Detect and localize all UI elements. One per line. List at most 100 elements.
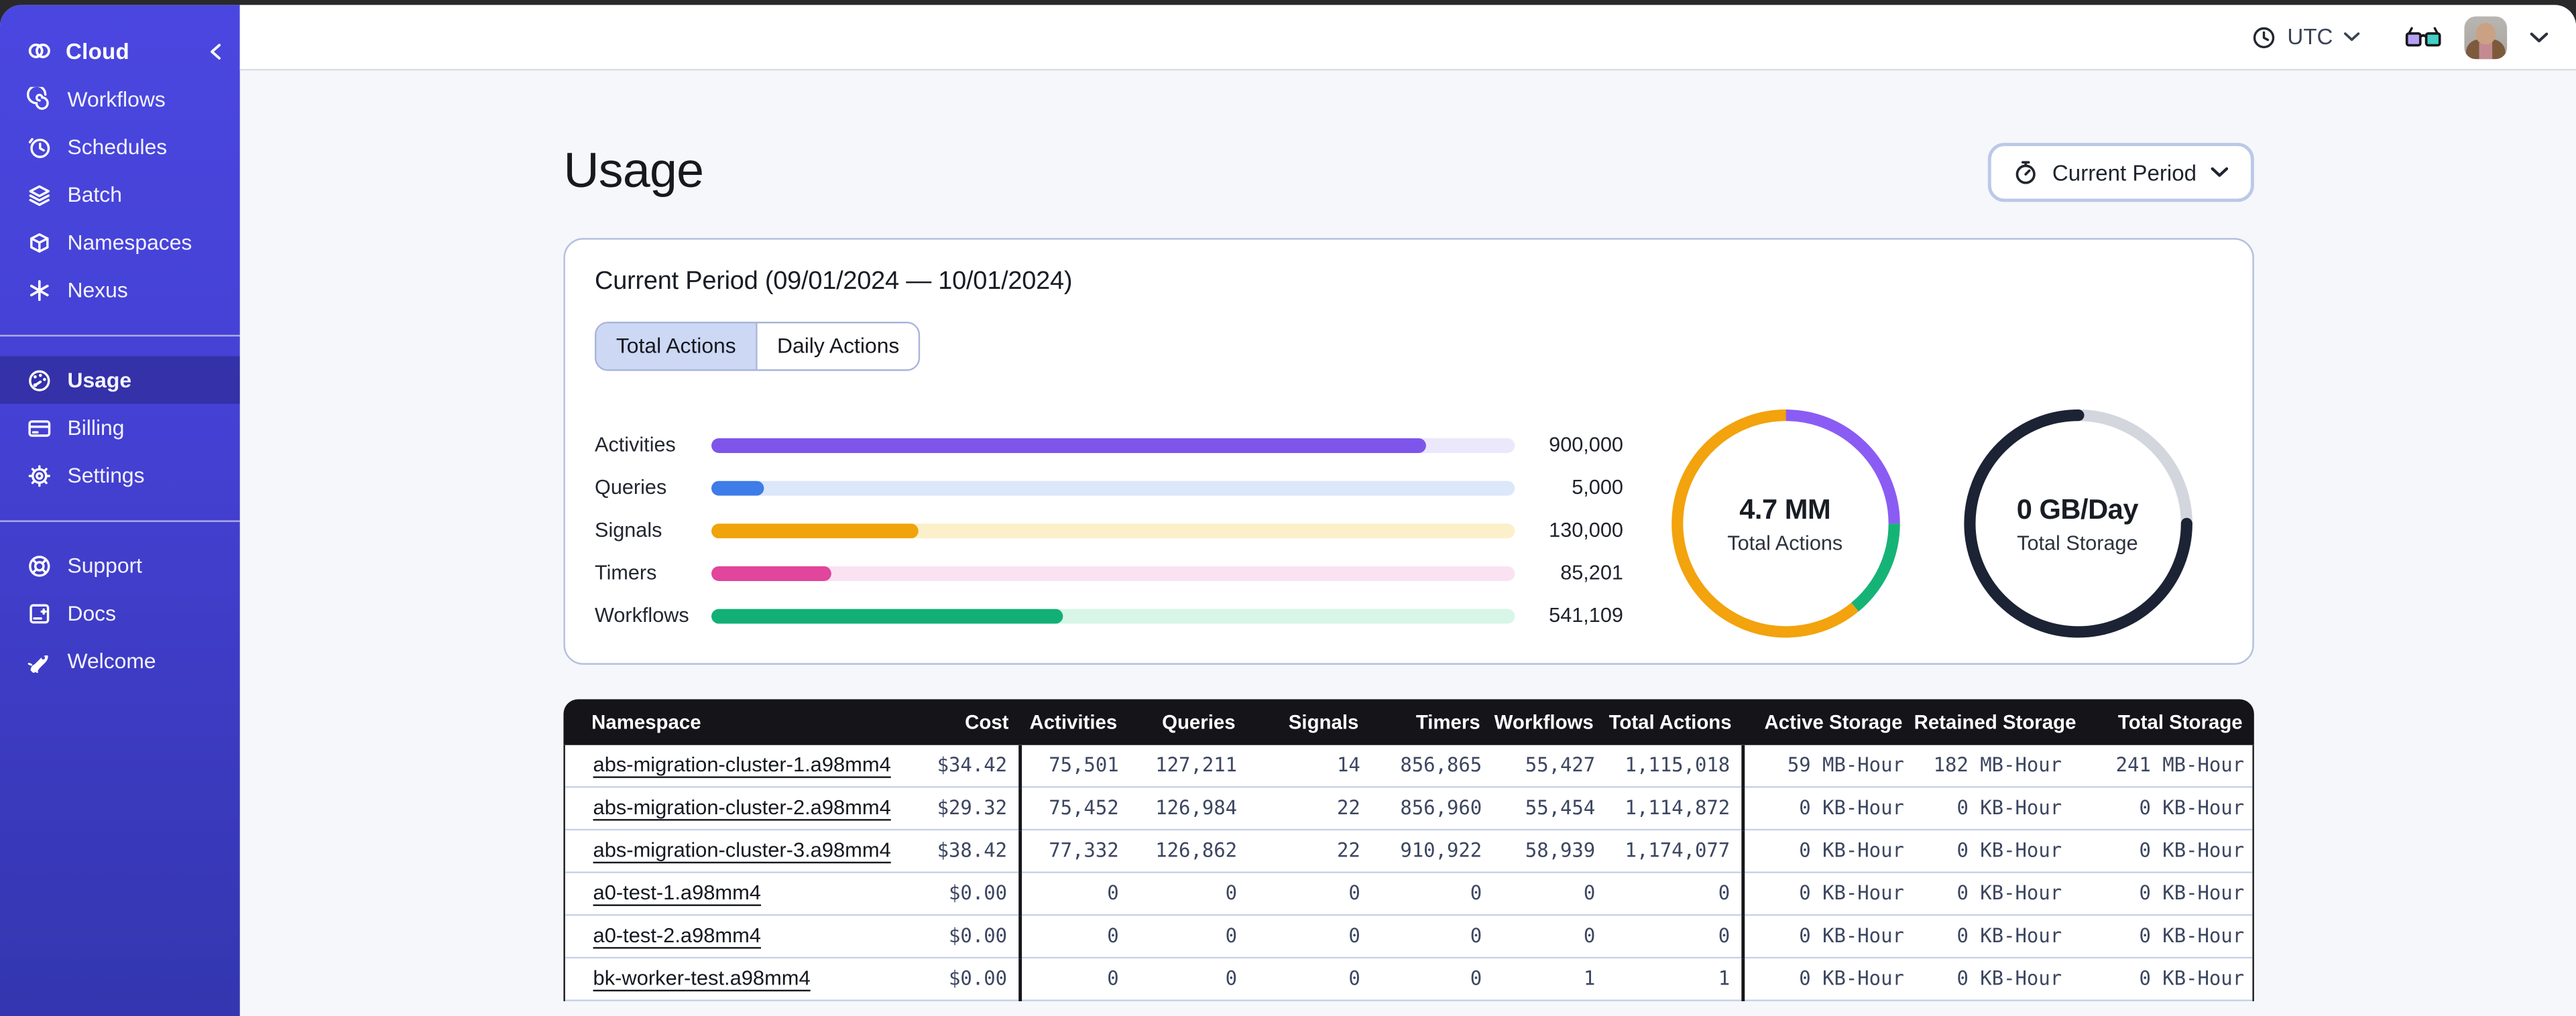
namespace-cell: abs-migration-cluster-1.a98mm4 — [565, 745, 922, 788]
sidebar-item-schedules[interactable]: Schedules — [0, 123, 240, 171]
bar-fill — [711, 523, 919, 538]
sidebar-item-workflows[interactable]: Workflows — [0, 76, 240, 123]
tab-daily-actions[interactable]: Daily Actions — [756, 323, 919, 370]
total-actions-donut: 4.7 MM Total Actions — [1665, 403, 1905, 643]
column-header-queries: Queries — [1162, 710, 1236, 734]
workflows-cell: 0 — [1583, 924, 1596, 948]
active-storage-cell: 0 KB-Hour — [1799, 881, 1904, 905]
bar-label: Queries — [595, 476, 667, 499]
bar-fill — [711, 565, 832, 580]
table-row: abs-migration-cluster-3.a98mm4 $38.42 77… — [565, 830, 2253, 873]
namespace-link[interactable]: a0-test-2.a98mm4 — [593, 924, 761, 947]
bar-track — [711, 523, 1515, 538]
signals-cell: 14 — [1337, 753, 1360, 777]
sidebar-brand[interactable]: Cloud — [0, 26, 240, 75]
signals-cell: 0 — [1348, 966, 1360, 990]
queries-cell: 127,211 — [1155, 753, 1238, 777]
sidebar-item-billing[interactable]: Billing — [0, 403, 240, 451]
sidebar-item-settings[interactable]: Settings — [0, 452, 240, 499]
bar-track — [711, 565, 1515, 580]
sidebar-item-label: Nexus — [67, 277, 128, 302]
sidebar-item-docs[interactable]: Docs — [0, 589, 240, 637]
workflows-cell: 0 — [1583, 881, 1596, 905]
column-header-workflows: Workflows — [1494, 710, 1594, 734]
timezone-selector[interactable]: UTC — [2251, 24, 2361, 50]
total-actions-cell: 1,114,872 — [1606, 787, 1745, 831]
column-header-cost: Cost — [965, 710, 1009, 734]
retained-storage-cell: 0 KB-Hour — [1956, 966, 2062, 990]
activities-cell: 0 — [1107, 966, 1119, 990]
glasses-icon[interactable] — [2404, 24, 2443, 50]
app-window: Cloud Workflows Schedules Batch Namespac… — [0, 5, 2576, 1016]
table-body: abs-migration-cluster-1.a98mm4 $34.42 75… — [563, 745, 2254, 1001]
bar-track — [711, 480, 1515, 495]
total-actions-caption: Total Actions — [1727, 531, 1843, 554]
total-actions-cell: 1 — [1606, 958, 1745, 1001]
namespace-link[interactable]: abs-migration-cluster-3.a98mm4 — [593, 838, 891, 861]
sidebar-item-label: Billing — [67, 415, 125, 440]
table-row: abs-migration-cluster-1.a98mm4 $34.42 75… — [565, 745, 2253, 788]
namespace-link[interactable]: a0-test-1.a98mm4 — [593, 881, 761, 904]
activities-cell: 77,332 — [1049, 838, 1119, 862]
period-select-label: Current Period — [2052, 160, 2197, 185]
total-storage-caption: Total Storage — [2017, 531, 2138, 554]
active-storage-cell: 0 KB-Hour — [1799, 838, 1904, 862]
cost-cell: $0.00 — [922, 915, 1022, 959]
avatar[interactable] — [2464, 15, 2508, 58]
cost-cell: $0.00 — [922, 873, 1022, 916]
total-storage-value: 0 GB/Day — [2016, 493, 2139, 525]
bar-fill — [711, 608, 1063, 623]
bar-row-signals: Signals 130,000 — [595, 509, 1623, 552]
timers-cell: 0 — [1470, 966, 1482, 990]
column-header-total-actions: Total Actions — [1608, 710, 1732, 734]
table-row: bk-worker-test.a98mm4 $0.00 0 0 0 0 1 1 … — [565, 958, 2253, 1001]
cost-cell: $38.42 — [922, 830, 1022, 873]
sidebar-item-label: Batch — [67, 182, 122, 207]
period-select-button[interactable]: Current Period — [1988, 143, 2254, 202]
total-actions-value: 4.7 MM — [1739, 493, 1831, 525]
namespace-cell: a0-test-2.a98mm4 — [565, 916, 922, 959]
usage-gauge-icon — [29, 369, 50, 391]
sidebar-collapse-button[interactable] — [209, 42, 223, 60]
sidebar-item-label: Usage — [67, 367, 132, 393]
namespace-link[interactable]: bk-worker-test.a98mm4 — [593, 967, 811, 990]
sidebar-item-namespaces[interactable]: Namespaces — [0, 218, 240, 266]
activities-cell: 75,452 — [1049, 796, 1119, 820]
avatar-face — [2475, 22, 2496, 44]
sidebar-item-batch[interactable]: Batch — [0, 171, 240, 218]
signals-cell: 0 — [1348, 924, 1360, 948]
column-header-activities: Activities — [1029, 710, 1118, 734]
column-header-namespace: Namespace — [591, 710, 701, 734]
total-actions-cell: 1,174,077 — [1606, 830, 1745, 873]
sidebar-item-label: Workflows — [67, 86, 166, 112]
queries-cell: 0 — [1225, 924, 1238, 948]
chevron-down-icon[interactable] — [2528, 30, 2550, 44]
namespace-link[interactable]: abs-migration-cluster-1.a98mm4 — [593, 753, 891, 776]
support-buoy-icon — [29, 555, 50, 576]
table-row: abs-migration-cluster-2.a98mm4 $29.32 75… — [565, 787, 2253, 831]
chevron-down-icon — [2343, 32, 2360, 42]
retained-storage-cell: 182 MB-Hour — [1933, 753, 2062, 777]
sidebar-item-label: Namespaces — [67, 229, 192, 255]
bar-value: 85,201 — [1560, 561, 1623, 584]
active-storage-cell: 0 KB-Hour — [1799, 966, 1904, 990]
total-actions-cell: 1,115,018 — [1606, 745, 1745, 788]
sidebar-nav-primary: Workflows Schedules Batch Namespaces Nex… — [0, 76, 240, 314]
timers-cell: 856,960 — [1400, 796, 1482, 820]
actions-tab-group: Total Actions Daily Actions — [595, 322, 921, 371]
active-storage-cell: 0 KB-Hour — [1799, 924, 1904, 948]
activities-cell: 0 — [1107, 924, 1119, 948]
total-storage-cell: 0 KB-Hour — [2139, 838, 2245, 862]
schedules-icon — [28, 137, 50, 157]
sidebar-item-nexus[interactable]: Nexus — [0, 266, 240, 314]
tab-total-actions[interactable]: Total Actions — [596, 323, 756, 370]
bar-label: Activities — [595, 433, 676, 456]
workflows-cell: 1 — [1583, 966, 1596, 990]
sidebar-item-usage[interactable]: Usage — [0, 356, 240, 404]
bar-fill — [711, 480, 765, 495]
workflows-icon — [26, 86, 49, 109]
namespace-link[interactable]: abs-migration-cluster-2.a98mm4 — [593, 796, 891, 819]
sidebar-item-welcome[interactable]: Welcome — [0, 637, 240, 684]
sidebar-item-support[interactable]: Support — [0, 542, 240, 589]
retained-storage-cell: 0 KB-Hour — [1956, 881, 2062, 905]
